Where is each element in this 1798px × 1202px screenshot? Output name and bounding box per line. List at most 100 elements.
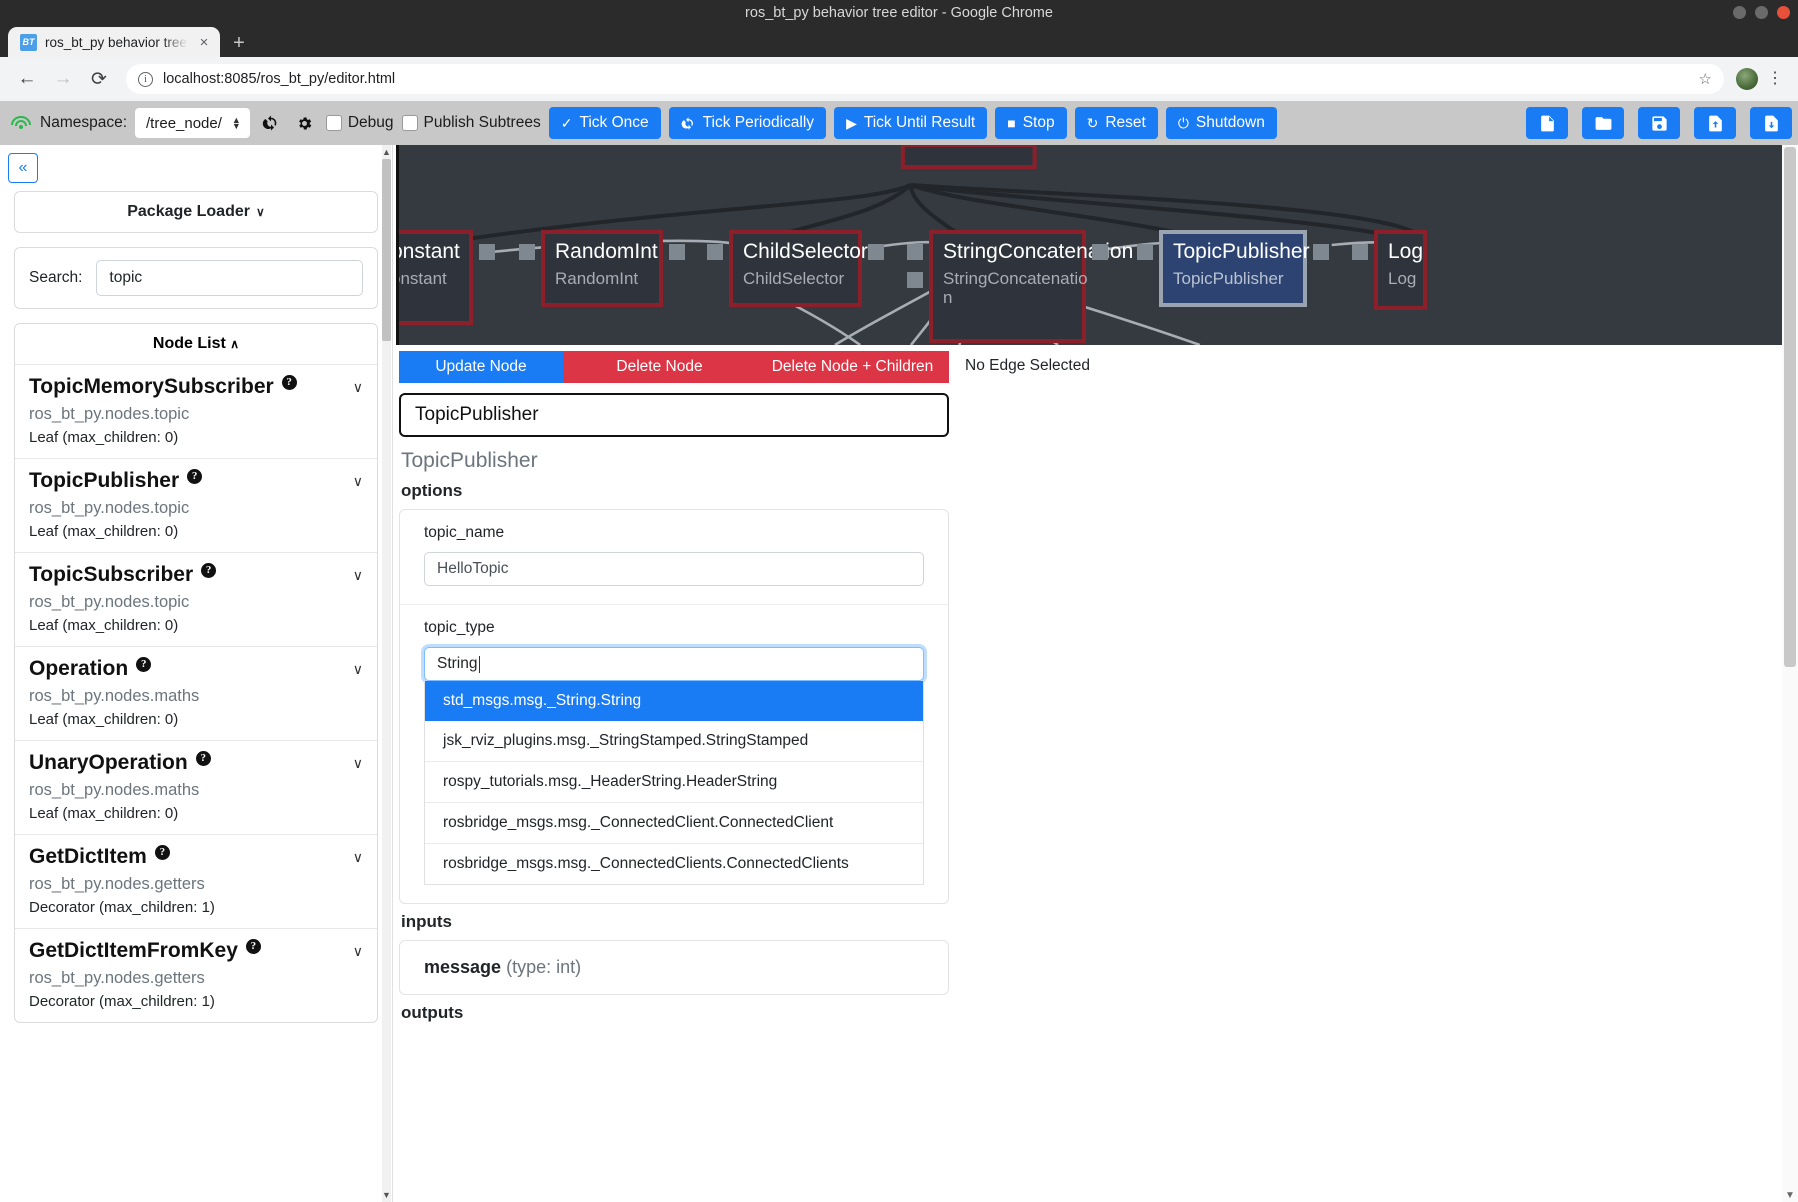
editor-scroll-down-icon[interactable]: ▼ xyxy=(1782,1190,1798,1201)
publish-subtrees-checkbox[interactable]: Publish Subtrees xyxy=(401,114,541,132)
help-icon[interactable]: ? xyxy=(201,562,217,578)
debug-checkbox-box[interactable] xyxy=(325,115,342,131)
help-icon[interactable]: ? xyxy=(154,844,170,860)
tree-node-port[interactable] xyxy=(479,244,495,260)
site-info-icon[interactable]: i xyxy=(138,71,153,87)
node-list-item[interactable]: GetDictItemFromKey? ros_bt_py.nodes.gette… xyxy=(15,928,377,1022)
tree-node-port[interactable] xyxy=(669,244,685,260)
chevron-down-icon[interactable]: ∨ xyxy=(353,379,363,396)
tree-node-name: ChildSelector xyxy=(743,240,868,263)
node-name-input[interactable]: TopicPublisher xyxy=(399,393,949,437)
browser-tab[interactable]: BT ros_bt_py behavior tree e × xyxy=(8,27,220,57)
maximize-button[interactable] xyxy=(1755,6,1768,19)
stop-button[interactable]: ■ Stop xyxy=(995,107,1067,139)
new-file-button[interactable] xyxy=(1526,107,1568,139)
package-loader-header[interactable]: Package Loader ∨ xyxy=(15,192,377,232)
package-loader-card[interactable]: Package Loader ∨ xyxy=(14,191,378,233)
tree-node-port[interactable] xyxy=(519,244,535,260)
tree-node[interactable]: StringConcatenation StringConcatenatio n xyxy=(929,230,1133,343)
tree-node-port[interactable] xyxy=(1313,244,1329,260)
node-list-header[interactable]: Node List ∧ xyxy=(15,324,377,364)
node-item-module: ros_bt_py.nodes.maths xyxy=(29,781,200,799)
new-tab-button[interactable]: + xyxy=(224,29,254,57)
delete-node-children-button[interactable]: Delete Node + Children xyxy=(756,351,949,383)
chevron-down-icon[interactable]: ∨ xyxy=(353,755,363,772)
chevron-down-icon: ∨ xyxy=(255,205,265,219)
option-topic-name: topic_name HelloTopic xyxy=(400,510,948,605)
reset-button[interactable]: ↻ Reset xyxy=(1074,107,1158,139)
bookmark-star-icon[interactable]: ☆ xyxy=(1699,70,1712,88)
help-icon[interactable]: ? xyxy=(245,938,261,954)
scroll-down-icon[interactable]: ▼ xyxy=(381,1190,392,1200)
update-node-button[interactable]: Update Node xyxy=(399,351,563,383)
upload-button[interactable] xyxy=(1694,107,1736,139)
gear-icon[interactable] xyxy=(292,110,318,136)
help-icon[interactable]: ? xyxy=(187,468,203,484)
editor-scrollbar[interactable]: ▲ ▼ xyxy=(1782,145,1798,1202)
tick-until-result-button[interactable]: ▶ Tick Until Result xyxy=(834,107,988,139)
tree-node[interactable]: Log Log xyxy=(1374,230,1427,310)
profile-avatar[interactable] xyxy=(1736,68,1758,90)
minimize-button[interactable] xyxy=(1733,6,1746,19)
save-button[interactable] xyxy=(1638,107,1680,139)
node-list-item[interactable]: GetDictItem? ros_bt_py.nodes.getters Decor… xyxy=(15,834,377,928)
node-list-item[interactable]: UnaryOperation? ros_bt_py.nodes.maths Leaf… xyxy=(15,740,377,834)
open-folder-button[interactable] xyxy=(1582,107,1624,139)
tree-node-port[interactable] xyxy=(1092,244,1108,260)
chevron-down-icon[interactable]: ∨ xyxy=(353,661,363,678)
debug-checkbox[interactable]: Debug xyxy=(325,114,394,132)
url-bar[interactable]: i localhost:8085/ros_bt_py/editor.html ☆ xyxy=(126,64,1724,94)
back-icon[interactable]: ← xyxy=(12,64,42,94)
chevron-down-icon[interactable]: ∨ xyxy=(353,849,363,866)
tick-periodically-button[interactable]: Tick Periodically xyxy=(668,107,827,139)
topic-type-autocomplete-list[interactable]: std_msgs.msg._String.String jsk_rviz_plug… xyxy=(424,681,924,885)
autocomplete-option[interactable]: rospy_tutorials.msg._HeaderString.Header… xyxy=(425,762,923,803)
close-button[interactable] xyxy=(1777,6,1790,19)
tree-node-port[interactable] xyxy=(1137,244,1153,260)
delete-node-button[interactable]: Delete Node xyxy=(563,351,756,383)
tree-node[interactable]: TopicPublisher TopicPublisher xyxy=(1159,230,1310,307)
node-list-item[interactable]: Operation? ros_bt_py.nodes.maths Leaf (max… xyxy=(15,646,377,740)
namespace-select[interactable]: /tree_node/ ▲ ▼ xyxy=(135,108,250,138)
refresh-icon[interactable] xyxy=(258,110,284,136)
topic-type-input[interactable]: String xyxy=(424,647,924,681)
tree-node[interactable]: RandomInt RandomInt xyxy=(541,230,663,307)
scroll-up-icon[interactable]: ▲ xyxy=(381,147,392,157)
behavior-tree-canvas[interactable]: onstant onstant RandomInt RandomInt ChildSel… xyxy=(396,145,1798,345)
tree-node[interactable]: onstant onstant xyxy=(399,230,473,325)
tree-node-port[interactable] xyxy=(868,244,884,260)
tree-node-port[interactable] xyxy=(907,272,923,288)
close-tab-icon[interactable]: × xyxy=(196,34,212,51)
collapse-sidebar-button[interactable]: « xyxy=(8,153,38,183)
editor-scrollbar-thumb[interactable] xyxy=(1784,147,1796,667)
node-list-item[interactable]: TopicPublisher? ros_bt_py.nodes.topic Leaf… xyxy=(15,458,377,552)
download-button[interactable] xyxy=(1750,107,1792,139)
node-list-item[interactable]: TopicMemorySubscriber? ros_bt_py.nodes.to… xyxy=(15,364,377,458)
sidebar-scrollbar[interactable]: ▲ ▼ xyxy=(380,145,392,1202)
autocomplete-option[interactable]: jsk_rviz_plugins.msg._StringStamped.Stri… xyxy=(425,721,923,762)
node-item-kind: Leaf (max_children: 0) xyxy=(29,429,179,446)
tree-node-port[interactable] xyxy=(1352,244,1368,260)
node-list-item[interactable]: TopicSubscriber? ros_bt_py.nodes.topic Lea… xyxy=(15,552,377,646)
search-input[interactable]: topic xyxy=(96,260,363,296)
chrome-menu-icon[interactable]: ⋮ xyxy=(1764,71,1786,87)
tree-node-port[interactable] xyxy=(907,244,923,260)
sidebar-scrollbar-thumb[interactable] xyxy=(382,159,391,341)
topic-name-input[interactable]: HelloTopic xyxy=(424,552,924,586)
node-item-module: ros_bt_py.nodes.getters xyxy=(29,969,205,987)
help-icon[interactable]: ? xyxy=(281,374,297,390)
tree-node[interactable]: ChildSelector ChildSelector xyxy=(729,230,868,307)
autocomplete-option[interactable]: rosbridge_msgs.msg._ConnectedClient.Conn… xyxy=(425,803,923,844)
reload-icon[interactable]: ⟳ xyxy=(84,64,114,94)
chevron-down-icon[interactable]: ∨ xyxy=(353,473,363,490)
autocomplete-option[interactable]: std_msgs.msg._String.String xyxy=(425,681,923,721)
chevron-down-icon[interactable]: ∨ xyxy=(353,567,363,584)
publish-subtrees-checkbox-box[interactable] xyxy=(401,115,418,131)
tree-node-port[interactable] xyxy=(707,244,723,260)
autocomplete-option[interactable]: rosbridge_msgs.msg._ConnectedClients.Con… xyxy=(425,844,923,884)
help-icon[interactable]: ? xyxy=(195,750,211,766)
shutdown-button[interactable]: ⏻ Shutdown xyxy=(1165,107,1277,139)
tick-once-button[interactable]: ✓ Tick Once xyxy=(548,107,661,139)
chevron-down-icon[interactable]: ∨ xyxy=(353,943,363,960)
help-icon[interactable]: ? xyxy=(136,656,152,672)
